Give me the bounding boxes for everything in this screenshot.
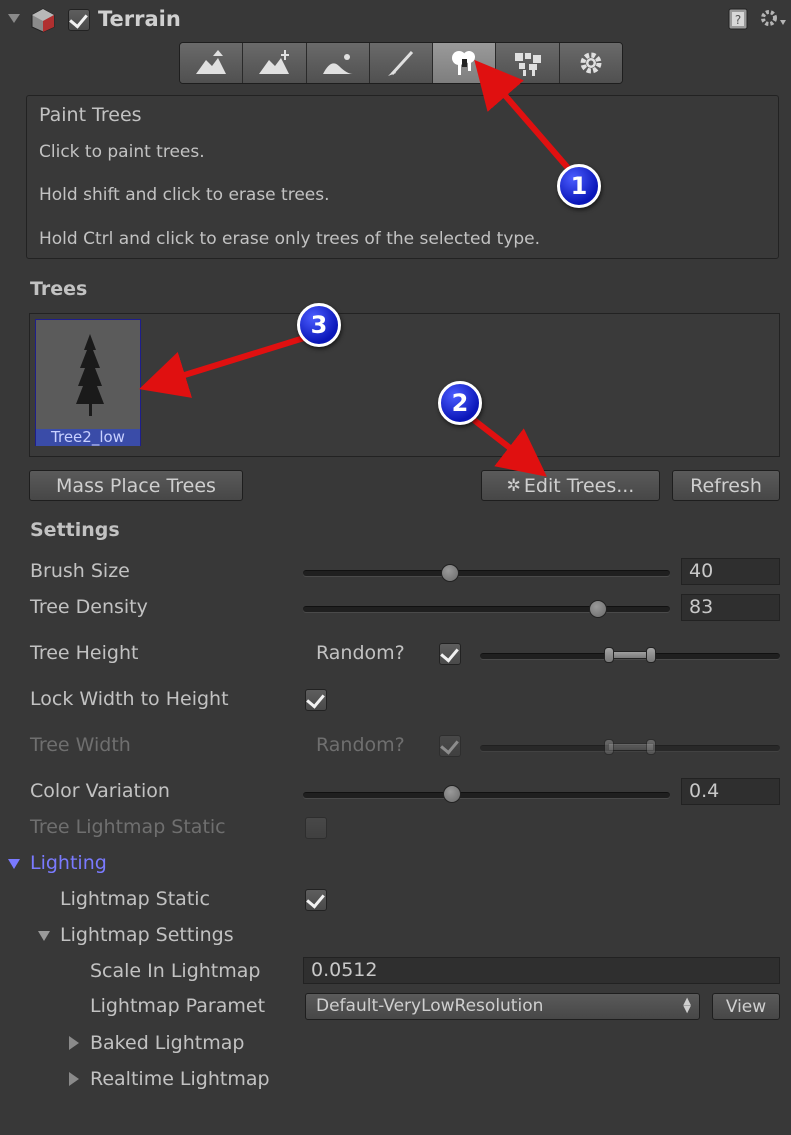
realtime-lightmap-foldout-icon[interactable] — [69, 1072, 79, 1086]
tool-paint-texture[interactable] — [369, 43, 434, 83]
help-book-icon[interactable]: ? — [727, 8, 749, 30]
lightmap-settings-foldout-icon[interactable] — [38, 931, 50, 941]
help-title: Paint Trees — [39, 104, 142, 126]
tree-icon — [452, 51, 476, 75]
tool-terrain-settings[interactable] — [559, 43, 622, 83]
tree-height-random-label: Random? — [316, 642, 405, 664]
brush-size-slider-thumb[interactable] — [441, 564, 459, 582]
baked-lightmap-foldout-icon[interactable] — [69, 1036, 79, 1050]
lightmap-parameters-label: Lightmap Paramet — [90, 995, 266, 1017]
color-variation-field[interactable]: 0.4 — [681, 778, 780, 805]
foldout-arrow-icon[interactable] — [8, 14, 20, 23]
component-title: Terrain — [98, 7, 181, 31]
tree-width-max-handle — [646, 739, 656, 755]
brush-size-label: Brush Size — [30, 560, 130, 582]
svg-text:?: ? — [735, 13, 741, 27]
settings-heading: Settings — [30, 519, 120, 541]
paint-height-icon — [259, 50, 290, 74]
help-line-shift: Hold shift and click to erase trees. — [39, 185, 330, 205]
tool-paint-height[interactable] — [243, 43, 307, 83]
terrain-component-icon — [30, 7, 56, 33]
refresh-button[interactable]: Refresh — [672, 470, 780, 501]
lock-width-label: Lock Width to Height — [30, 688, 229, 710]
scale-in-lightmap-label: Scale In Lightmap — [90, 960, 261, 982]
scale-in-lightmap-field[interactable]: 0.0512 — [303, 957, 780, 984]
lightmap-static-checkbox[interactable] — [305, 889, 327, 911]
lightmap-parameters-dropdown[interactable]: Default-VeryLowResolution ▲ ▼ — [305, 993, 700, 1020]
color-variation-slider-track[interactable] — [303, 792, 670, 798]
tree-height-label: Tree Height — [30, 642, 139, 664]
dropdown-arrows-icon: ▲ ▼ — [683, 996, 691, 1015]
annotation-badge-2: 2 — [438, 381, 482, 425]
tree-height-random-checkbox[interactable] — [439, 643, 461, 665]
tool-paint-details[interactable] — [496, 43, 560, 83]
trees-heading: Trees — [30, 278, 88, 300]
terrain-tool-toolbar — [179, 42, 623, 84]
terrain-enabled-checkbox[interactable] — [68, 9, 90, 31]
lightmap-static-label: Lightmap Static — [60, 888, 210, 910]
brush-icon — [387, 50, 414, 76]
annotation-badge-1: 1 — [557, 164, 601, 208]
lightmap-parameters-value: Default-VeryLowResolution — [316, 996, 544, 1016]
brush-size-slider-track[interactable] — [303, 570, 670, 576]
tree-preview-icon — [76, 334, 104, 416]
gear-small-icon: ✲ — [506, 475, 521, 496]
baked-lightmap-label[interactable]: Baked Lightmap — [90, 1034, 244, 1053]
lock-width-checkbox[interactable] — [305, 689, 327, 711]
tree-lightmap-static-label: Tree Lightmap Static — [30, 816, 226, 838]
brush-size-field[interactable]: 40 — [681, 558, 780, 585]
edit-trees-label: Edit Trees... — [523, 474, 635, 497]
color-variation-label: Color Variation — [30, 780, 170, 802]
annotation-badge-3: 3 — [297, 303, 341, 347]
tree-height-max-handle[interactable] — [646, 647, 656, 663]
tree-density-field[interactable]: 83 — [681, 594, 780, 621]
tree-lightmap-static-checkbox — [305, 817, 327, 839]
help-line-click: Click to paint trees. — [39, 142, 205, 162]
lightmap-parameters-view-button[interactable]: View — [712, 993, 780, 1020]
tree-width-min-handle — [604, 739, 614, 755]
tool-smooth-height[interactable] — [306, 43, 370, 83]
raise-terrain-icon — [196, 50, 227, 74]
mass-place-trees-button[interactable]: Mass Place Trees — [29, 470, 243, 501]
edit-trees-button[interactable]: ✲ Edit Trees... — [481, 470, 660, 501]
settings-gear-icon — [580, 52, 602, 74]
smooth-height-icon — [322, 54, 353, 74]
tree-width-random-checkbox — [439, 735, 461, 757]
tree-density-label: Tree Density — [30, 596, 148, 618]
tree-density-slider-track[interactable] — [303, 606, 670, 612]
tool-place-trees[interactable] — [433, 43, 497, 83]
lighting-foldout-icon[interactable] — [8, 859, 20, 869]
details-grass-icon — [514, 53, 541, 76]
tree-prototype-label: Tree2_low — [36, 429, 140, 446]
color-variation-slider-thumb[interactable] — [443, 785, 461, 803]
gear-icon[interactable] — [758, 7, 788, 31]
lighting-heading[interactable]: Lighting — [30, 854, 107, 873]
help-line-ctrl: Hold Ctrl and click to erase only trees … — [39, 229, 541, 249]
tree-height-min-handle[interactable] — [604, 647, 614, 663]
tree-prototype-list — [29, 313, 780, 457]
tree-width-random-label: Random? — [316, 734, 405, 756]
realtime-lightmap-label[interactable]: Realtime Lightmap — [90, 1070, 270, 1089]
tree-density-slider-thumb[interactable] — [589, 600, 607, 618]
lightmap-settings-label[interactable]: Lightmap Settings — [60, 926, 234, 945]
tree-prototype-item[interactable] — [35, 319, 141, 446]
tool-raise-lower-terrain[interactable] — [180, 43, 244, 83]
tree-width-label: Tree Width — [30, 734, 131, 756]
